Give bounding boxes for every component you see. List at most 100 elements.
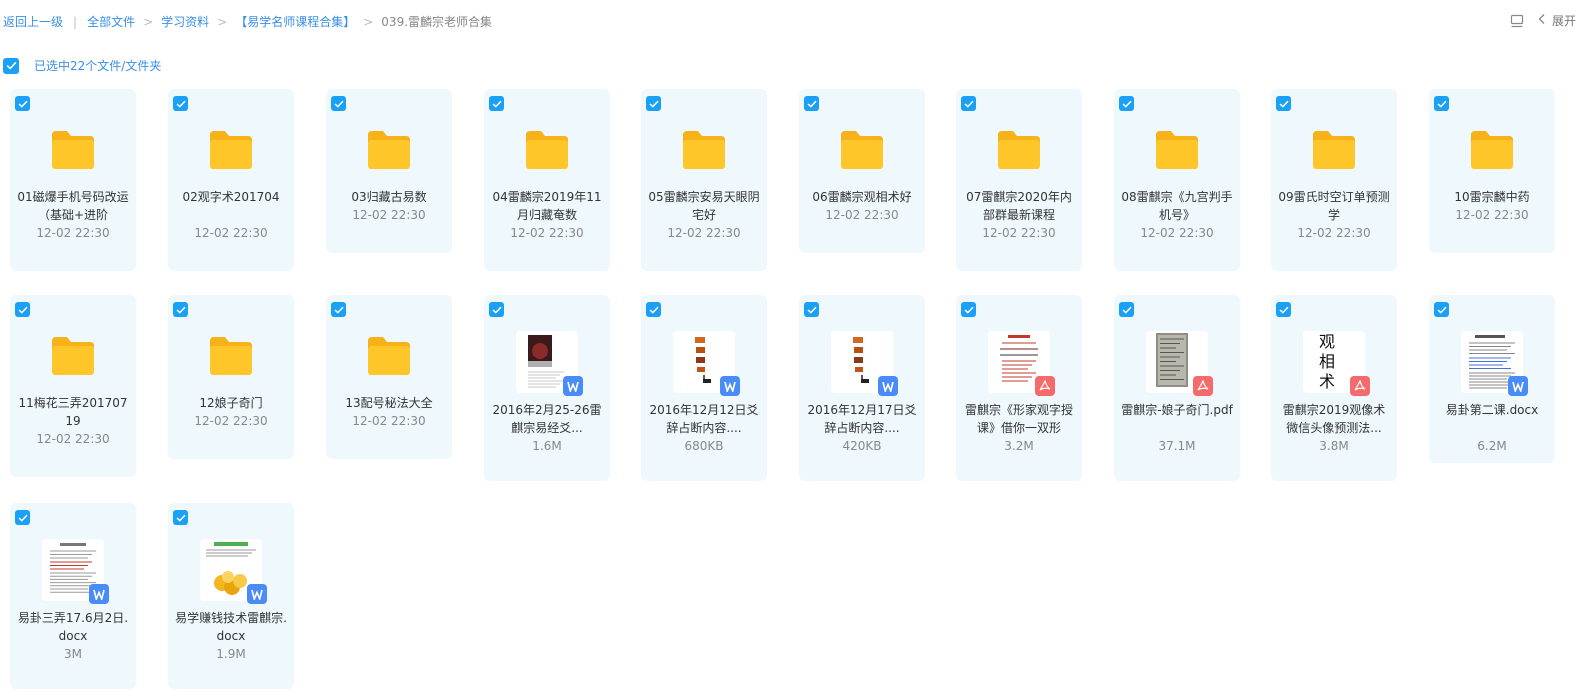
item-checkbox[interactable]	[1276, 96, 1291, 111]
breadcrumb-item-all-files[interactable]: 全部文件	[87, 13, 135, 30]
display-toggle-icon[interactable]	[1510, 14, 1524, 28]
folder-card[interactable]: 02观字术201704 12-02 22:30	[168, 89, 294, 271]
file-card[interactable]: 易卦三弄17.6月2日.docx 3M	[10, 503, 136, 689]
pdf-icon	[1193, 376, 1213, 396]
file-card[interactable]: 雷麒宗《形家观字授课》借你一双形 3.2M	[956, 295, 1082, 481]
item-size: 6.2M	[1477, 439, 1507, 453]
check-icon	[333, 100, 344, 108]
file-card[interactable]: 观相术雷麒宗2019观像术微信头像预测法... 3.8M	[1271, 295, 1397, 481]
file-card[interactable]: 雷麒宗-娘子奇门.pdf 37.1M	[1114, 295, 1240, 481]
item-size: 1.6M	[532, 439, 562, 453]
folder-card[interactable]: 05雷麟宗安易天眼阴宅好 12-02 22:30	[641, 89, 767, 271]
item-checkbox[interactable]	[1434, 302, 1449, 317]
item-name: 05雷麟宗安易天眼阴宅好	[648, 190, 760, 222]
check-icon	[175, 514, 186, 522]
item-name: 08雷麒宗《九宫判手机号》	[1121, 190, 1233, 222]
file-card[interactable]: 2016年12月17日爻辞占断内容.... 420KB	[799, 295, 925, 481]
item-name: 04雷麟宗2019年11月归藏奄数	[492, 190, 602, 222]
folder-card[interactable]: 06雷麟宗观相术好 12-02 22:30	[799, 89, 925, 253]
item-name: 12娘子奇门	[199, 396, 263, 410]
file-thumbnail	[42, 539, 109, 604]
item-checkbox[interactable]	[646, 302, 661, 317]
item-checkbox[interactable]	[173, 302, 188, 317]
item-checkbox[interactable]	[331, 96, 346, 111]
item-checkbox[interactable]	[15, 510, 30, 525]
check-icon	[17, 514, 28, 522]
folder-card[interactable]: 07雷麒宗2020年内部群最新课程 12-02 22:30	[956, 89, 1082, 271]
file-thumbnail	[1146, 331, 1213, 396]
folder-card[interactable]: 12娘子奇门 12-02 22:30	[168, 295, 294, 459]
check-icon	[491, 100, 502, 108]
folder-card[interactable]: 04雷麟宗2019年11月归藏奄数 12-02 22:30	[484, 89, 610, 271]
folder-icon	[1311, 129, 1357, 171]
svg-text:相: 相	[1319, 352, 1335, 371]
file-card[interactable]: 2016年12月12日爻辞占断内容.... 680KB	[641, 295, 767, 481]
item-checkbox[interactable]	[173, 96, 188, 111]
item-size: 420KB	[842, 439, 882, 453]
folder-card[interactable]: 11梅花三弄20170719 12-02 22:30	[10, 295, 136, 477]
folder-icon	[50, 335, 96, 377]
item-size: 1.9M	[216, 647, 246, 661]
folder-icon	[1154, 129, 1200, 171]
item-name: 03归藏古易数	[351, 190, 427, 204]
item-checkbox[interactable]	[489, 302, 504, 317]
folder-icon	[839, 129, 885, 171]
folder-card[interactable]: 08雷麒宗《九宫判手机号》 12-02 22:30	[1114, 89, 1240, 271]
folder-card[interactable]: 09雷氏时空订单预测学 12-02 22:30	[1271, 89, 1397, 271]
item-checkbox[interactable]	[646, 96, 661, 111]
folder-card[interactable]: 03归藏古易数 12-02 22:30	[326, 89, 452, 253]
item-size: 3M	[64, 647, 82, 661]
item-name: 09雷氏时空订单预测学	[1278, 190, 1390, 222]
item-date: 12-02 22:30	[1297, 226, 1371, 240]
folder-card[interactable]: 01磁爆手机号码改运（基础+进阶 12-02 22:30	[10, 89, 136, 271]
file-card[interactable]: 易学赚钱技术雷麒宗.docx 1.9M	[168, 503, 294, 689]
svg-text:观: 观	[1319, 332, 1335, 351]
item-size: 680KB	[684, 439, 724, 453]
check-icon	[175, 100, 186, 108]
item-name: 02观字术201704	[182, 190, 280, 204]
file-thumbnail	[516, 331, 583, 396]
folder-card[interactable]: 10雷宗麟中药 12-02 22:30	[1429, 89, 1555, 253]
folder-icon	[50, 129, 96, 171]
check-icon	[963, 100, 974, 108]
item-checkbox[interactable]	[1119, 302, 1134, 317]
item-checkbox[interactable]	[173, 510, 188, 525]
check-icon	[648, 306, 659, 314]
word-icon	[89, 584, 109, 604]
word-icon	[247, 584, 267, 604]
file-card[interactable]: 2016年2月25-26雷麒宗易经爻... 1.6M	[484, 295, 610, 481]
file-card[interactable]: 易卦第二课.docx 6.2M	[1429, 295, 1555, 463]
check-icon	[806, 306, 817, 314]
item-checkbox[interactable]	[1119, 96, 1134, 111]
folder-card[interactable]: 13配号秘法大全 12-02 22:30	[326, 295, 452, 459]
item-name: 06雷麟宗观相术好	[812, 190, 912, 204]
item-checkbox[interactable]	[15, 96, 30, 111]
item-name: 2016年2月25-26雷麒宗易经爻...	[492, 403, 602, 435]
expand-label: 展开	[1551, 14, 1576, 28]
check-icon	[333, 306, 344, 314]
item-checkbox[interactable]	[961, 96, 976, 111]
check-icon	[6, 61, 16, 70]
top-bar: 返回上一级 | 全部文件 > 学习资料 > 【易学名师课程合集】 > 039.雷…	[0, 0, 1594, 44]
selection-bar: 已选中22个文件/文件夹	[3, 57, 161, 74]
back-link[interactable]: 返回上一级	[3, 13, 63, 30]
check-icon	[806, 100, 817, 108]
item-checkbox[interactable]	[1276, 302, 1291, 317]
item-checkbox[interactable]	[331, 302, 346, 317]
chevron-left-icon	[1538, 13, 1546, 28]
item-checkbox[interactable]	[804, 96, 819, 111]
breadcrumb-item-course-collection[interactable]: 【易学名师课程合集】	[235, 13, 355, 30]
breadcrumb-separator: >	[143, 14, 154, 29]
item-checkbox[interactable]	[804, 302, 819, 317]
item-checkbox[interactable]	[15, 302, 30, 317]
breadcrumb-item-study-materials[interactable]: 学习资料	[161, 13, 209, 30]
select-all-checkbox[interactable]	[3, 57, 19, 74]
folder-icon	[524, 129, 570, 171]
expand-button[interactable]: 展开	[1538, 12, 1576, 29]
item-checkbox[interactable]	[961, 302, 976, 317]
item-size: 37.1M	[1158, 439, 1196, 453]
file-thumbnail: 观相术	[1303, 331, 1370, 396]
item-checkbox[interactable]	[489, 96, 504, 111]
check-icon	[1436, 100, 1447, 108]
item-checkbox[interactable]	[1434, 96, 1449, 111]
